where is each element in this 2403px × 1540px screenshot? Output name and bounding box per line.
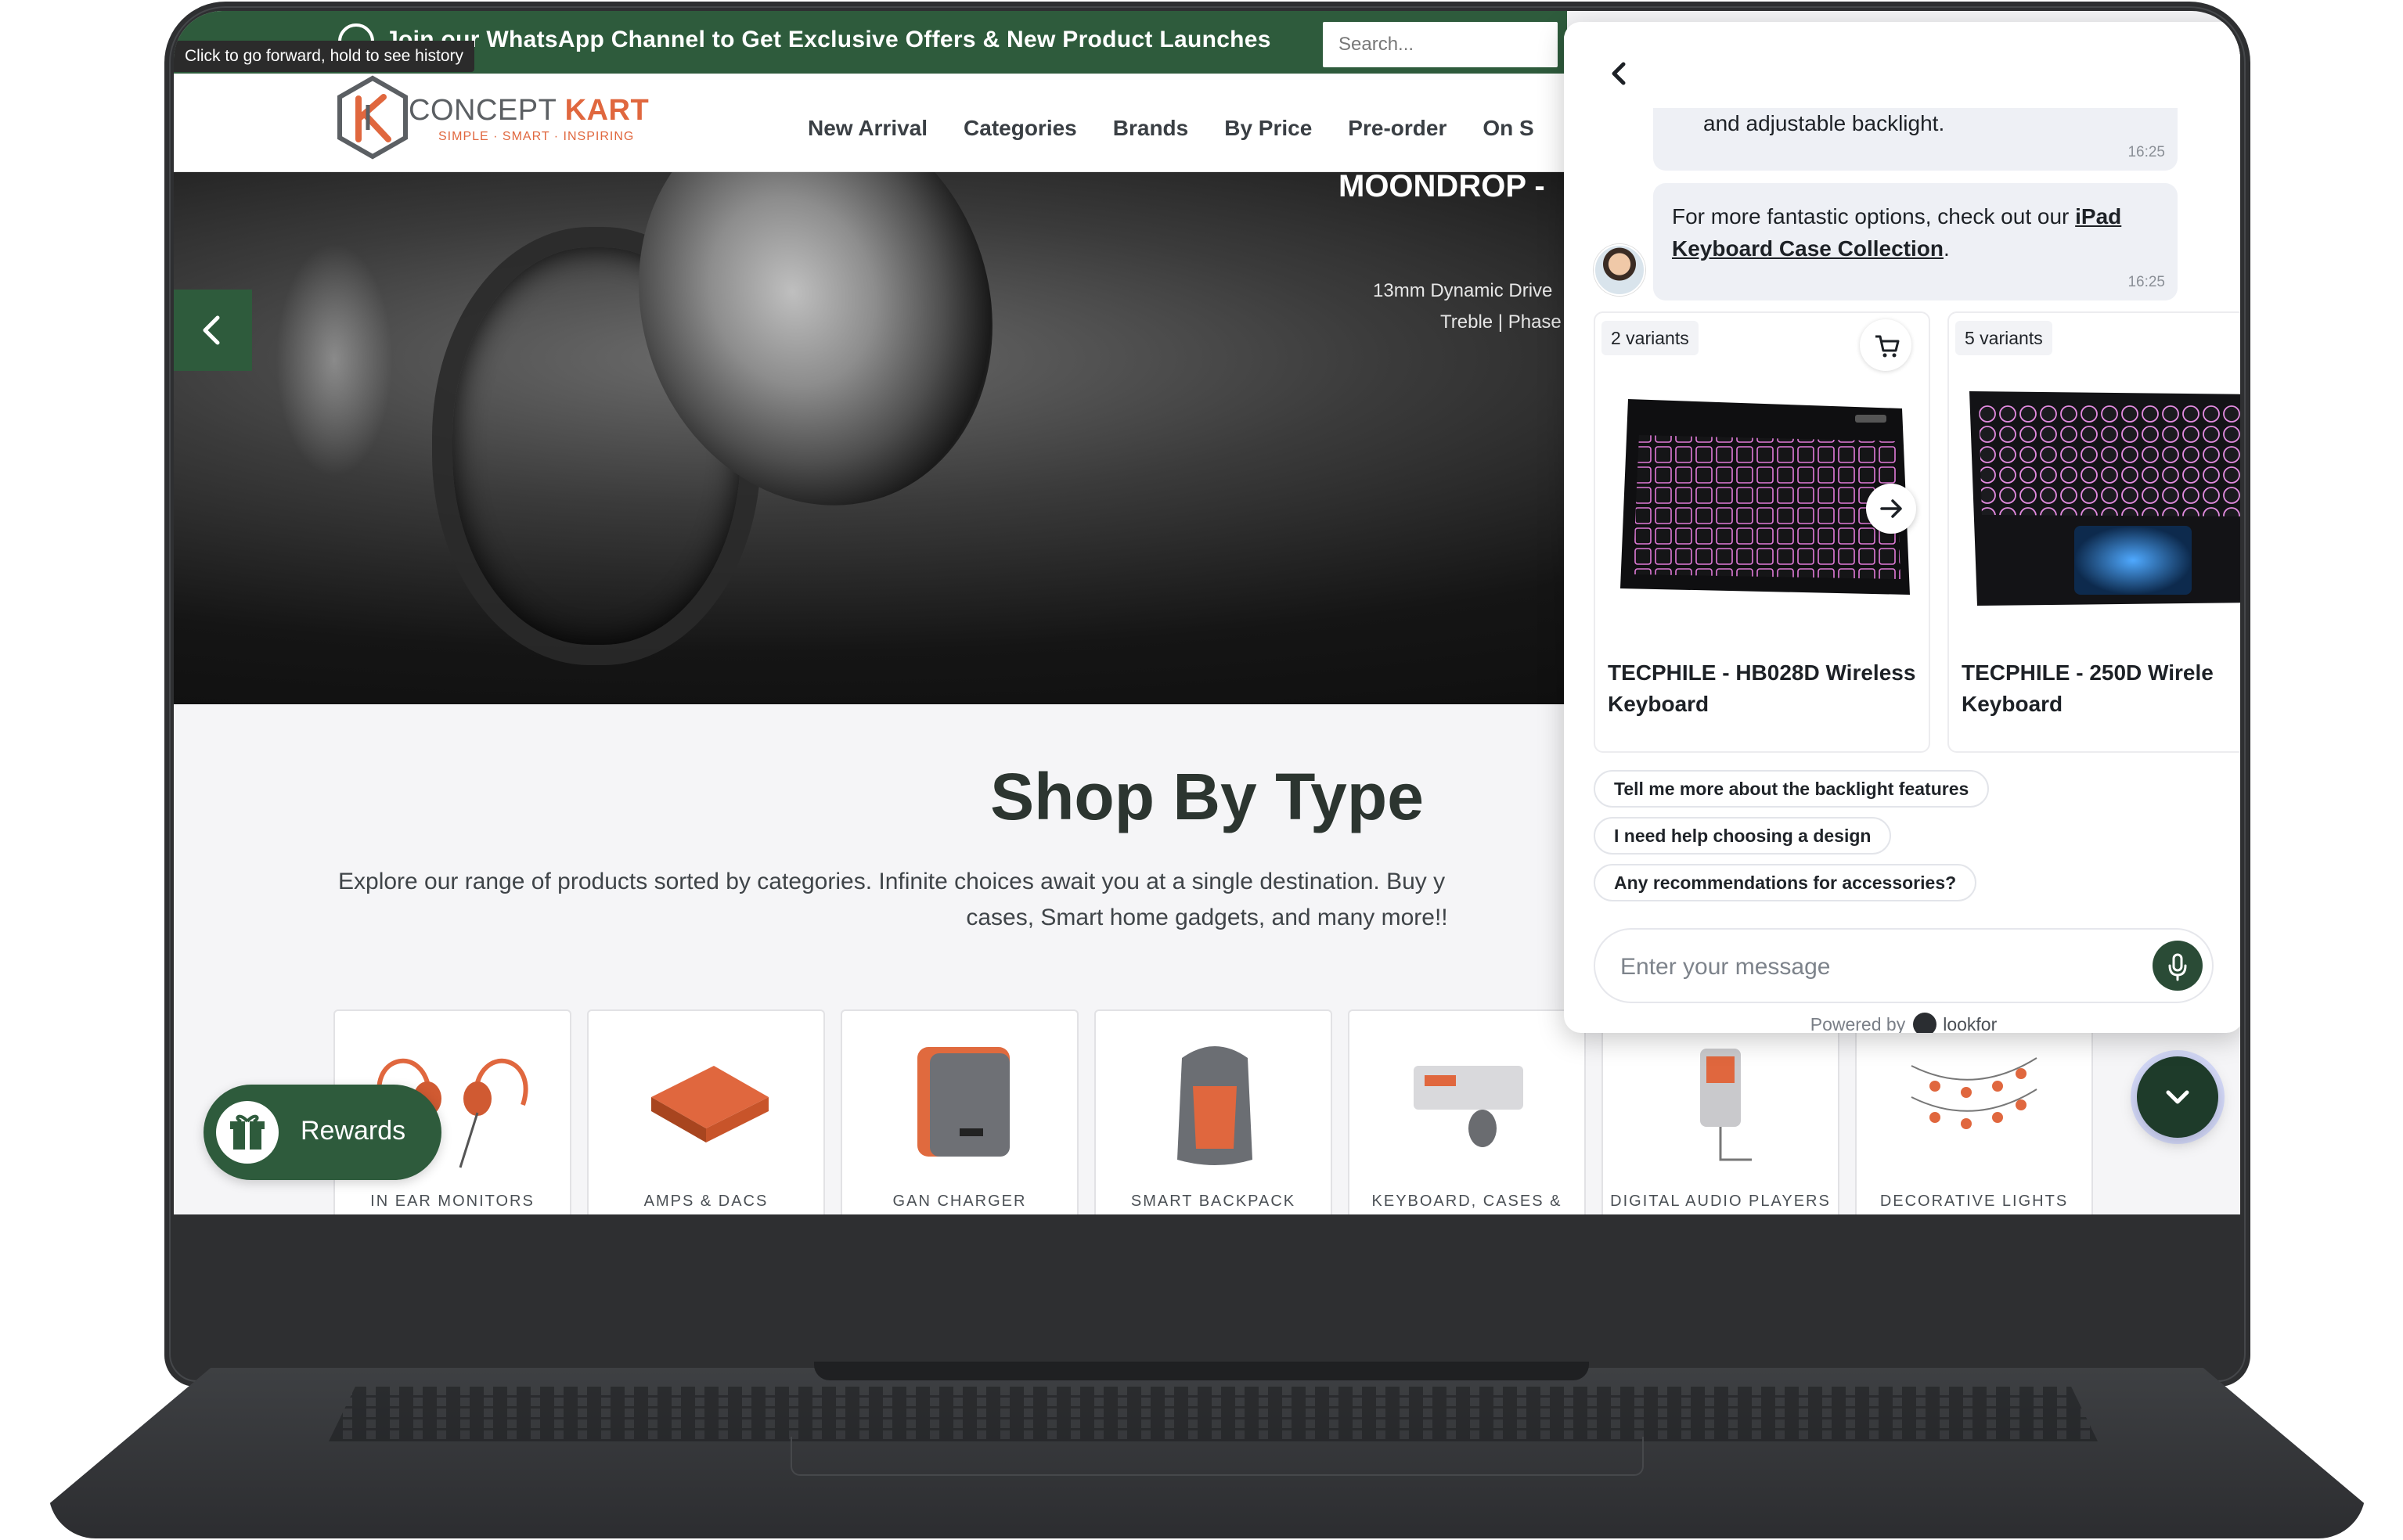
chat-message-text: For more fantastic options, check out ou… xyxy=(1672,200,2173,264)
add-to-cart-button[interactable] xyxy=(1860,319,1911,371)
rewards-button[interactable]: Rewards xyxy=(204,1085,441,1180)
announcement-text[interactable]: Join our WhatsApp Channel to Get Exclusi… xyxy=(385,27,1271,53)
search-input[interactable]: Search... xyxy=(1323,22,1558,67)
keyboard-mouse-image xyxy=(1414,1066,1523,1147)
microphone-icon xyxy=(2168,953,2187,981)
type-card-gan-charger[interactable]: GAN CHARGER xyxy=(841,1009,1079,1214)
chevron-down-icon xyxy=(2166,1090,2189,1104)
arrow-right-icon xyxy=(1880,499,1902,518)
chat-message-overlay xyxy=(1653,69,2178,171)
type-label: IN EAR MONITORS xyxy=(370,1193,535,1210)
nav-item-categories[interactable]: Categories xyxy=(964,116,1077,141)
type-label: DECORATIVE LIGHTS xyxy=(1879,1193,2069,1210)
rewards-label: Rewards xyxy=(301,1116,406,1146)
amp-dac-image xyxy=(651,1066,769,1142)
laptop-screen: Join our WhatsApp Channel to Get Exclusi… xyxy=(174,11,2240,1214)
laptop-hinge xyxy=(814,1362,1589,1380)
suggestion-chip-accessories[interactable]: Any recommendations for accessories? xyxy=(1594,864,1977,901)
gift-icon xyxy=(230,1114,265,1150)
type-card-amps-dacs[interactable]: AMPS & DACS xyxy=(587,1009,825,1214)
logo-tagline: SIMPLE · SMART · INSPIRING xyxy=(438,130,635,143)
chat-message: For more fantastic options, check out ou… xyxy=(1653,183,2178,300)
keyboard-image xyxy=(1969,391,2240,606)
chat-message-time: 16:25 xyxy=(2127,274,2165,290)
hero-spec-line1: 13mm Dynamic Drive xyxy=(1373,280,1553,301)
variants-badge: 2 variants xyxy=(1601,321,1699,355)
laptop-trackpad xyxy=(791,1437,1644,1476)
hero-spec-line2: Treble | Phase xyxy=(1440,311,1562,333)
hero-title: MOONDROP - xyxy=(1338,172,1545,203)
cart-icon xyxy=(1875,335,1900,358)
product-card[interactable]: 5 variants TECPHILE - 250D Wirele Keyboa… xyxy=(1947,311,2240,753)
product-name[interactable]: TECPHILE - HB028D Wireless Keyboard xyxy=(1608,657,1929,720)
logo-word-concept: CONCEPT xyxy=(409,94,557,127)
nav-item-brands[interactable]: Brands xyxy=(1113,116,1188,141)
type-label: AMPS & DACS xyxy=(643,1193,769,1210)
nav-item-by-price[interactable]: By Price xyxy=(1224,116,1312,141)
variants-badge: 5 variants xyxy=(1955,321,2052,355)
decorative-lights-image xyxy=(1911,1057,2037,1129)
smart-backpack-image xyxy=(1177,1046,1252,1165)
type-card-smart-backpack[interactable]: SMART BACKPACK xyxy=(1094,1009,1332,1214)
product-name-line1: TECPHILE - HB028D Wireless xyxy=(1608,660,1916,685)
gan-charger-image xyxy=(917,1047,1010,1157)
type-label: SMART BACKPACK xyxy=(1130,1193,1296,1210)
agent-avatar xyxy=(1594,244,1645,296)
shop-description-line1: Explore our range of products sorted by … xyxy=(338,869,1446,894)
type-card-digital-audio-players[interactable]: DIGITAL AUDIO PLAYERS xyxy=(1601,1009,1839,1214)
product-name-line1: TECPHILE - 250D Wirele xyxy=(1962,660,2214,685)
voice-input-button[interactable] xyxy=(2153,941,2203,991)
type-label: KEYBOARD, CASES & MOUSE xyxy=(1371,1193,1562,1214)
rewards-icon-wrap xyxy=(216,1101,279,1164)
type-card-decorative-lights[interactable]: DECORATIVE LIGHTS xyxy=(1855,1009,2093,1214)
browser-tooltip: Click to go forward, hold to see history xyxy=(174,41,474,72)
product-carousel-next-button[interactable] xyxy=(1866,484,1916,534)
nav-item-on-sale[interactable]: On S xyxy=(1483,116,1533,141)
logo-word-kart: KART xyxy=(564,94,650,127)
suggestion-chip-design[interactable]: I need help choosing a design xyxy=(1594,817,1892,855)
suggestion-chip-backlight[interactable]: Tell me more about the backlight feature… xyxy=(1594,770,1990,808)
digital-audio-player-image xyxy=(1700,1049,1752,1161)
powered-by-label: Powered by xyxy=(1810,1014,1906,1033)
nav-item-new-arrival[interactable]: New Arrival xyxy=(808,116,928,141)
chat-toggle-button[interactable] xyxy=(2137,1056,2218,1138)
chat-message-input[interactable] xyxy=(1619,944,2120,991)
lookfor-logo-icon xyxy=(1913,1013,1937,1033)
chevron-left-icon xyxy=(203,315,220,345)
product-name[interactable]: TECPHILE - 250D Wirele Keyboard xyxy=(1962,657,2240,720)
type-label: DIGITAL AUDIO PLAYERS xyxy=(1610,1193,1831,1210)
chat-message-text-after: . xyxy=(1943,236,1950,261)
chevron-left-icon[interactable] xyxy=(1595,50,1642,97)
hero-prev-button[interactable] xyxy=(174,290,252,371)
product-name-line2: Keyboard xyxy=(1608,692,1709,716)
powered-by: Powered by lookfor xyxy=(1564,1013,2240,1033)
logo-wordmark[interactable]: CONCEPT KART xyxy=(409,94,649,128)
product-name-line2: Keyboard xyxy=(1962,692,2063,716)
chat-message-text-before: For more fantastic options, check out ou… xyxy=(1672,204,2076,228)
hero-image-highlight xyxy=(276,243,393,477)
chat-input-wrap xyxy=(1594,928,2214,1003)
laptop-keyboard xyxy=(329,1387,2098,1441)
nav-item-pre-order[interactable]: Pre-order xyxy=(1348,116,1446,141)
powered-by-brand[interactable]: lookfor xyxy=(1943,1014,1997,1033)
type-card-keyboard-cases-mouse[interactable]: KEYBOARD, CASES & MOUSE xyxy=(1348,1009,1586,1214)
type-label: GAN CHARGER xyxy=(892,1193,1027,1210)
concept-kart-logo-icon[interactable] xyxy=(333,74,412,161)
main-nav: New Arrival Categories Brands By Price P… xyxy=(808,116,1570,141)
